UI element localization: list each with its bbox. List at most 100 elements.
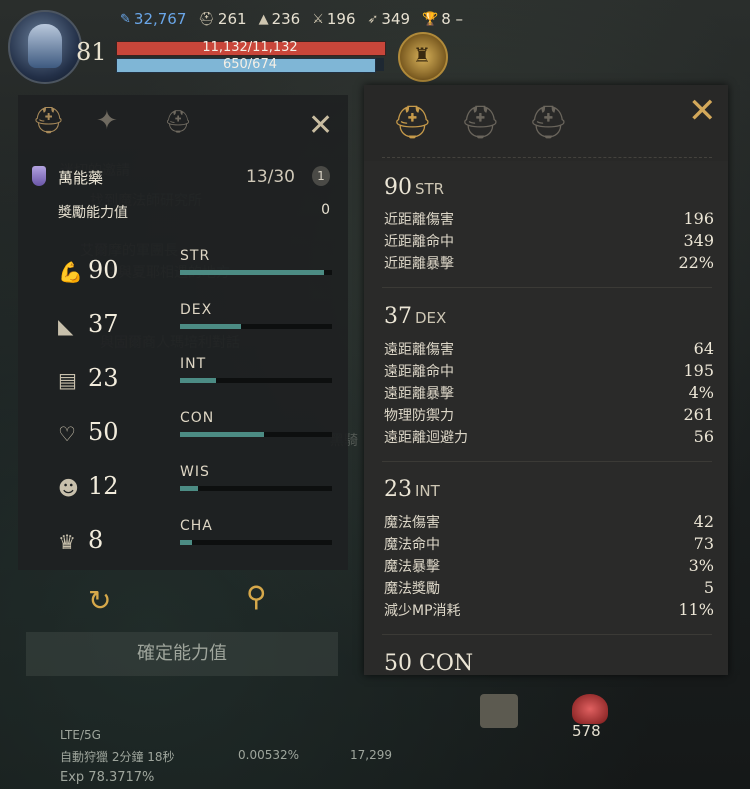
- stat-value: 23: [88, 364, 119, 392]
- stat-progress-fill: [180, 540, 193, 545]
- stat-row-str[interactable]: 💪 90 STR: [58, 248, 332, 294]
- stat-value: 50: [88, 418, 119, 446]
- detail-row: 遠距離迴避力 56: [384, 427, 714, 449]
- crest-icon: ♜: [413, 43, 431, 67]
- helmet-icon: ⛑: [198, 11, 215, 27]
- elixir-potion-icon: [32, 166, 46, 186]
- tab-skills-star-icon[interactable]: ✦: [96, 106, 118, 136]
- elixir-row: 萬能藥 13/30 1: [32, 165, 332, 189]
- hud-stat-feather: ✎ 32,767: [120, 10, 187, 28]
- stat-progress-track: [180, 540, 332, 545]
- left-panel-tabs: ⛑ ✦ ⛑ ✕: [18, 100, 348, 150]
- section-int-title: 23 INT: [384, 477, 440, 502]
- hud-stat-bar: ✎ 32,767 ⛑ 261 ▲ 236 ⚔ 196 ➶ 349 🏆 8 –: [120, 10, 463, 28]
- network-status: LTE/5G: [60, 728, 101, 742]
- left-panel-close-icon[interactable]: ✕: [308, 108, 333, 143]
- knight-helmet-icon: [28, 24, 62, 68]
- stat-progress-track: [180, 270, 332, 275]
- stat-row-cha[interactable]: ♛ 8 CHA: [58, 518, 332, 564]
- detail-label: 近距離傷害: [384, 212, 454, 228]
- detail-value: 261: [683, 405, 714, 424]
- detail-value: 42: [693, 512, 714, 531]
- tab-helmet-plus-icon[interactable]: ⛑: [460, 103, 501, 141]
- detail-label: 近距離暴擊: [384, 256, 454, 272]
- crown-icon: ♛: [58, 530, 76, 554]
- auto-hunt-timer: 自動狩獵 2分鐘 18秒: [60, 750, 175, 764]
- stat-value: 37: [88, 310, 119, 338]
- stat-abbr: CHA: [180, 518, 213, 534]
- section-divider: [382, 461, 712, 462]
- detail-value: 73: [693, 534, 714, 553]
- stat-value: 90: [88, 256, 119, 284]
- bonus-points-row: 獎勵能力值 0: [58, 202, 332, 222]
- stat-row-wis[interactable]: ☻ 12 WIS: [58, 464, 332, 510]
- elixir-info-button[interactable]: 1: [312, 166, 330, 186]
- bonus-points-value: 0: [321, 202, 330, 218]
- clan-emblem-button[interactable]: ♜: [398, 32, 448, 82]
- detail-label: 遠距離傷害: [384, 342, 454, 358]
- section-divider: [382, 634, 712, 635]
- tab-helmet-dim-icon[interactable]: ⛑: [164, 110, 192, 135]
- hud-stat-defense: ⛑ 261: [198, 10, 247, 28]
- detail-row: 物理防禦力 261: [384, 405, 714, 427]
- detail-label: 魔法傷害: [384, 515, 440, 531]
- hud-stat-magic: ▲ 236: [258, 10, 301, 28]
- section-value: 23: [384, 477, 412, 502]
- section-con-title-clipped: 50 CON: [384, 651, 474, 675]
- detail-value: 5: [703, 578, 714, 597]
- section-abbr: STR: [415, 180, 445, 198]
- stat-progress-fill: [180, 270, 325, 275]
- hud-stat-trophy: 🏆 8 –: [422, 10, 464, 28]
- tab-stats-helmet-icon[interactable]: ⛑: [32, 106, 65, 136]
- detail-panel-close-icon[interactable]: ✕: [688, 91, 717, 131]
- detail-label: 近距離命中: [384, 234, 454, 250]
- detail-value: 3%: [688, 556, 714, 575]
- detail-row: 魔法暴擊 3%: [384, 556, 714, 578]
- stat-row-con[interactable]: ♡ 50 CON: [58, 410, 332, 456]
- exp-percent: Exp 78.3717%: [60, 770, 155, 785]
- stat-value: 8: [88, 526, 104, 554]
- stat-abbr: CON: [180, 410, 215, 426]
- stat-row-dex[interactable]: ◣ 37 DEX: [58, 302, 332, 348]
- stat-abbr: DEX: [180, 302, 213, 318]
- detail-value: 195: [683, 361, 714, 380]
- detail-row: 減少MP消耗 11%: [384, 600, 714, 622]
- settings-gear-window-icon[interactable]: [480, 694, 518, 728]
- stat-progress-fill: [180, 432, 264, 437]
- elixir-count: 13/30: [246, 167, 295, 187]
- stat-abbr: INT: [180, 356, 207, 372]
- tab-helmet-shield-icon[interactable]: ⛑: [528, 103, 569, 141]
- section-abbr: INT: [415, 482, 440, 500]
- stat-abbr: WIS: [180, 464, 210, 480]
- detail-label: 遠距離暴擊: [384, 386, 454, 402]
- player-avatar[interactable]: [8, 10, 82, 84]
- tab-stat-helmet-icon[interactable]: ⛑: [392, 103, 433, 141]
- detail-row: 近距離暴擊 22%: [384, 253, 714, 275]
- detail-row: 魔法獎勵 5: [384, 578, 714, 600]
- stat-progress-fill: [180, 486, 199, 491]
- detail-row: 遠距離傷害 64: [384, 339, 714, 361]
- detail-label: 遠距離命中: [384, 364, 454, 380]
- reset-stats-refresh-icon[interactable]: ↻: [88, 584, 111, 617]
- boot-icon: ◣: [58, 314, 74, 338]
- detail-value: 196: [683, 209, 714, 228]
- section-divider: [382, 287, 712, 288]
- section-value: 90: [384, 175, 412, 200]
- bonus-points-label: 獎勵能力值: [58, 205, 128, 221]
- detail-value: 11%: [678, 600, 714, 619]
- confirm-stats-button[interactable]: 確定能力值: [26, 632, 338, 676]
- stat-detail-magnifier-icon[interactable]: ⚲: [246, 580, 267, 613]
- section-str-title: 90 STR: [384, 175, 444, 200]
- section-abbr: DEX: [415, 309, 447, 327]
- stat-progress-track: [180, 324, 332, 329]
- stat-progress-fill: [180, 324, 241, 329]
- sword-icon: ⚔: [312, 11, 324, 27]
- adena-amount: 17,299: [350, 748, 392, 762]
- stat-progress-track: [180, 378, 332, 383]
- gold-rate: 0.00532%: [238, 748, 300, 762]
- detail-row: 遠距離暴擊 4%: [384, 383, 714, 405]
- hp-potion-icon[interactable]: [572, 694, 608, 724]
- mp-text: 650/674: [222, 57, 277, 72]
- book-icon: ▤: [58, 368, 77, 392]
- stat-row-int[interactable]: ▤ 23 INT: [58, 356, 332, 402]
